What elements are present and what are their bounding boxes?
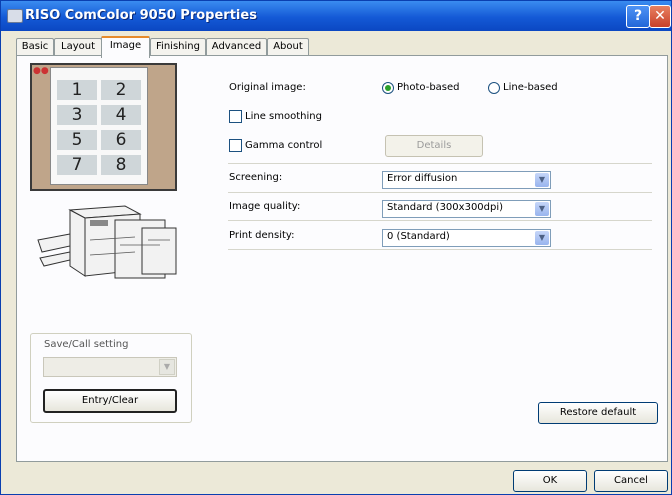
screening-value: Error diffusion [387,173,458,184]
save-call-select[interactable]: ▼ [43,357,177,377]
print-density-label: Print density: [229,230,295,241]
divider [228,249,652,250]
line-based-radio[interactable] [488,82,500,94]
photo-based-label[interactable]: Photo-based [397,82,460,93]
preview-page: 2 [101,80,141,100]
preview-color-icon: ●● [33,66,49,76]
entry-clear-button[interactable]: Entry/Clear [43,389,177,413]
divider [228,163,652,164]
chevron-down-icon: ▼ [535,202,549,216]
preview-page: 5 [57,130,97,150]
tab-about[interactable]: About [267,38,309,56]
photo-based-radio[interactable] [382,82,394,94]
tab-image[interactable]: Image [101,36,150,58]
help-button[interactable]: ? [626,5,650,28]
save-call-label: Save/Call setting [44,339,129,350]
print-density-value: 0 (Standard) [387,231,450,242]
radio-dot [385,85,391,91]
tab-advanced[interactable]: Advanced [206,38,267,56]
gamma-control-label[interactable]: Gamma control [245,140,322,151]
preview-page: 4 [101,105,141,125]
preview-page: 3 [57,105,97,125]
preview-page: 1 [57,80,97,100]
screening-select[interactable]: Error diffusion ▼ [382,171,551,189]
restore-default-button[interactable]: Restore default [538,402,658,424]
close-button[interactable]: ✕ [649,5,671,28]
ok-button[interactable]: OK [513,470,587,492]
preview-page: 6 [101,130,141,150]
divider [228,192,652,193]
title-bar[interactable]: RISO ComColor 9050 Properties ? ✕ [1,1,671,31]
screening-label: Screening: [229,172,283,183]
image-quality-select[interactable]: Standard (300x300dpi) ▼ [382,200,551,218]
line-smoothing-checkbox[interactable] [229,110,242,123]
divider [228,220,652,221]
chevron-down-icon: ▼ [159,359,175,375]
tab-basic[interactable]: Basic [16,38,54,56]
details-button[interactable]: Details [385,135,483,157]
tab-layout[interactable]: Layout [54,38,102,56]
preview-paper: 1 2 3 4 5 6 7 8 [50,67,148,185]
window-title: RISO ComColor 9050 Properties [25,8,257,23]
line-based-label[interactable]: Line-based [503,82,558,93]
gamma-control-checkbox[interactable] [229,139,242,152]
image-quality-label: Image quality: [229,201,301,212]
tab-finishing[interactable]: Finishing [150,38,206,56]
original-image-label: Original image: [229,82,306,93]
cancel-button[interactable]: Cancel [594,470,668,492]
chevron-down-icon: ▼ [535,173,549,187]
preview-page: 7 [57,155,97,175]
image-quality-value: Standard (300x300dpi) [387,202,504,213]
preview-page: 8 [101,155,141,175]
printer-illustration-icon [37,205,177,279]
chevron-down-icon: ▼ [535,231,549,245]
print-density-select[interactable]: 0 (Standard) ▼ [382,229,551,247]
printer-icon [7,9,23,23]
line-smoothing-label[interactable]: Line smoothing [245,111,322,122]
